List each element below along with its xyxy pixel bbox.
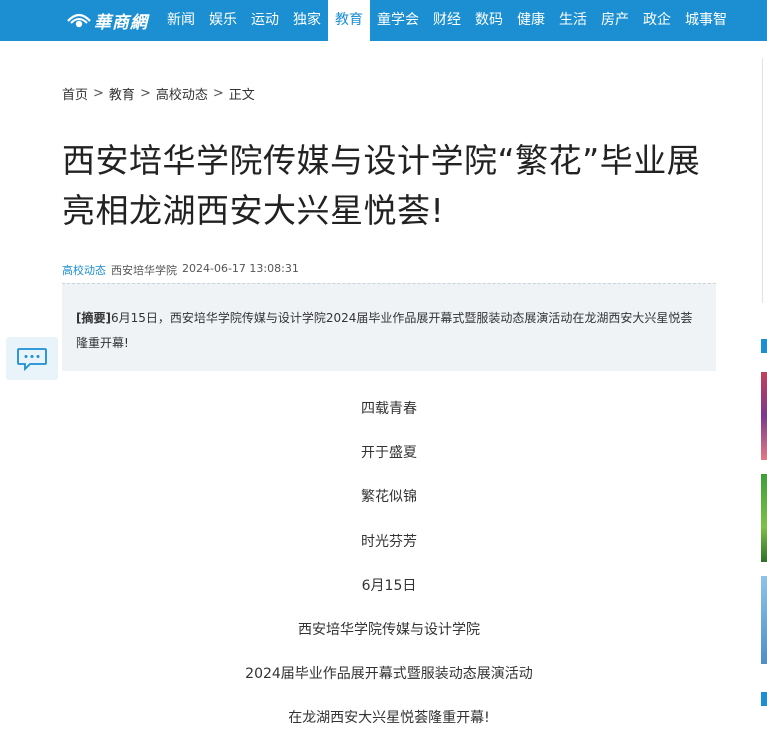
article-datetime: 2024-06-17 13:08:31	[182, 262, 299, 275]
summary-text: 6月15日，西安培华学院传媒与设计学院2024届毕业作品展开幕式暨服装动态展演活…	[76, 311, 693, 350]
logo-text: 華商網	[94, 13, 148, 33]
article-title: 西安培华学院传媒与设计学院“繁花”毕业展亮相龙湖西安大兴星悦荟!	[62, 141, 701, 230]
nav-item[interactable]: 财经	[426, 0, 468, 41]
nav-item[interactable]: 房产	[594, 0, 636, 41]
eye-logo-icon	[67, 13, 91, 27]
summary-label: [摘要]	[76, 311, 111, 325]
nav-item[interactable]: 政企	[636, 0, 678, 41]
right-column-heading-marker	[761, 339, 767, 353]
article-paragraph: 开于盛夏	[361, 445, 417, 462]
article-paragraph: 四载青春	[361, 401, 417, 417]
article-paragraph: 6月15日	[361, 577, 417, 594]
related-thumbnail[interactable]	[761, 576, 767, 664]
breadcrumb-section[interactable]: 教育	[109, 84, 135, 103]
article-summary: [摘要]6月15日，西安培华学院传媒与设计学院2024届毕业作品展开幕式暨服装动…	[62, 283, 716, 371]
nav-item[interactable]: 独家	[286, 0, 328, 41]
breadcrumb-home[interactable]: 首页	[62, 84, 88, 103]
breadcrumb: 首页 > 教育 > 高校动态 > 正文	[62, 84, 255, 103]
nav-item[interactable]: 新闻	[160, 0, 202, 41]
right-column-heading-marker	[761, 692, 767, 706]
article-paragraph: 西安培华学院传媒与设计学院	[298, 621, 480, 638]
main-nav: 新闻 娱乐 运动 独家 教育 童学会 财经 数码 健康 生活 房产 政企 城事智	[160, 0, 734, 41]
breadcrumb-subsection[interactable]: 高校动态	[156, 84, 208, 103]
nav-item[interactable]: 教育	[328, 0, 370, 41]
breadcrumb-separator: >	[212, 86, 224, 101]
related-thumbnail[interactable]	[761, 474, 767, 562]
breadcrumb-current: 正文	[228, 88, 255, 103]
breadcrumb-separator: >	[139, 86, 151, 101]
article-paragraph: 繁花似锦	[361, 489, 417, 506]
article-paragraph: 时光芬芳	[361, 533, 417, 550]
nav-item[interactable]: 娱乐	[202, 0, 244, 41]
nav-item[interactable]: 数码	[468, 0, 510, 41]
comment-button[interactable]	[6, 337, 58, 380]
comment-icon	[17, 347, 47, 371]
top-nav-bar: 華商網 新闻 娱乐 运动 独家 教育 童学会 财经 数码 健康 生活 房产 政企 城事智	[0, 0, 767, 41]
right-column-divider	[762, 58, 763, 303]
nav-item[interactable]: 运动	[244, 0, 286, 41]
article-paragraph: 在龙湖西安大兴星悦荟隆重开幕!	[288, 710, 490, 727]
article-meta: 高校动态 西安培华学院 2024-06-17 13:08:31	[62, 262, 299, 278]
nav-item[interactable]: 城事智	[678, 0, 734, 41]
breadcrumb-separator: >	[93, 86, 104, 101]
nav-item[interactable]: 健康	[510, 0, 552, 41]
nav-item[interactable]: 生活	[552, 0, 594, 41]
article-body: 四载青春开于盛夏繁花似锦时光芬芳 6月15日西安培华学院传媒与设计学院 2024届毕…	[62, 398, 716, 741]
article-category-link[interactable]: 高校动态	[62, 262, 106, 278]
article-source: 西安培华学院	[111, 264, 177, 277]
related-thumbnail[interactable]	[761, 372, 767, 460]
nav-item[interactable]: 童学会	[370, 0, 426, 41]
article-paragraph: 2024届毕业作品展开幕式暨服装动态展演活动	[245, 666, 533, 683]
site-logo[interactable]: 華商網	[66, 0, 148, 41]
